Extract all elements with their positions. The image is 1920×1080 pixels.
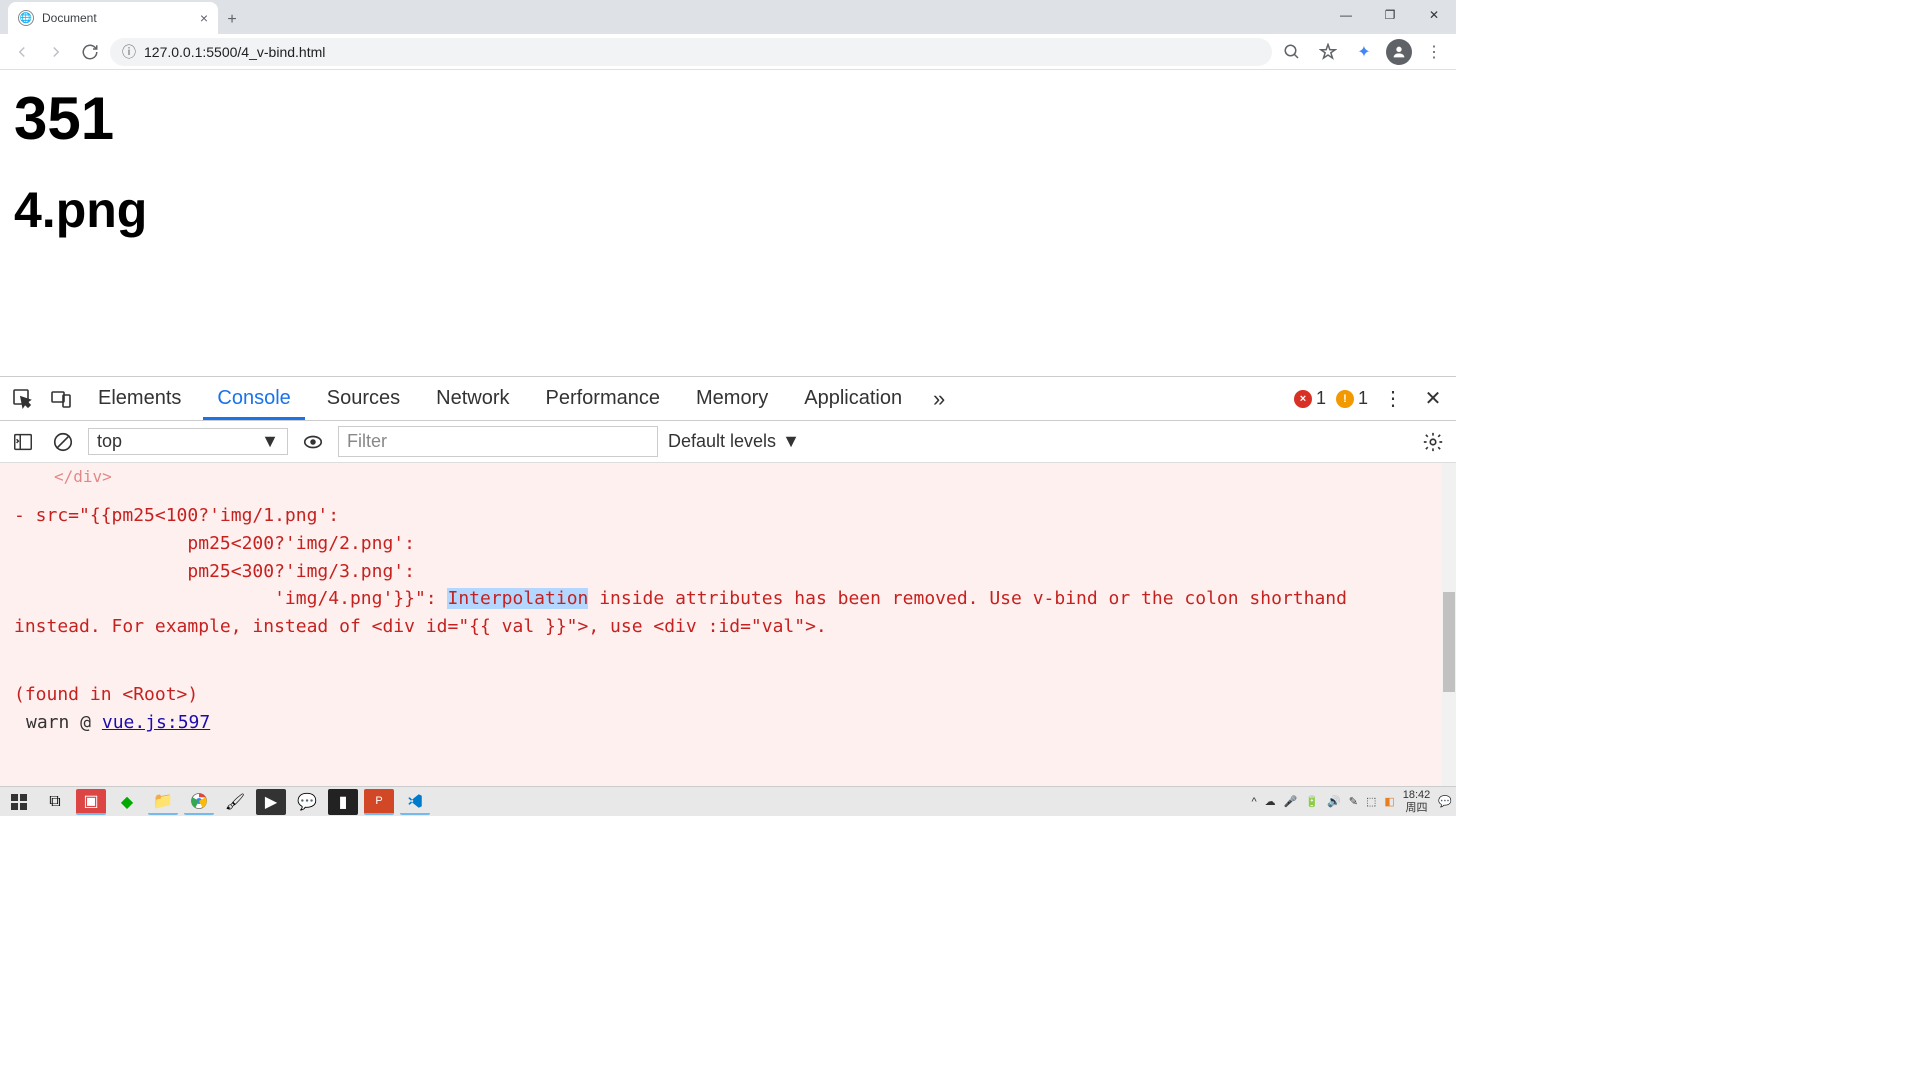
log-levels-selector[interactable]: Default levels ▼ bbox=[668, 431, 800, 452]
globe-icon: 🌐 bbox=[18, 10, 34, 26]
console-line: 'img/4.png'}}": Interpolation inside att… bbox=[14, 585, 1442, 641]
tab-sources[interactable]: Sources bbox=[313, 378, 414, 419]
minimize-button[interactable]: — bbox=[1324, 0, 1368, 30]
device-toggle-icon[interactable] bbox=[46, 384, 76, 414]
task-view-button[interactable]: ⧉ bbox=[40, 789, 70, 815]
tray-mic-icon[interactable]: 🎤 bbox=[1284, 795, 1298, 808]
console-line: </div> bbox=[14, 465, 1442, 490]
browser-tab[interactable]: 🌐 Document × bbox=[8, 2, 218, 34]
taskbar-powerpoint[interactable]: P bbox=[364, 789, 394, 815]
devtools-tabs: Elements Console Sources Network Perform… bbox=[0, 377, 1456, 421]
error-icon: × bbox=[1294, 390, 1312, 408]
taskbar-vscode[interactable] bbox=[400, 789, 430, 815]
tray-app-icon[interactable]: ◧ bbox=[1384, 795, 1394, 808]
console-line: - src="{{pm25<100?'img/1.png': bbox=[14, 502, 1442, 530]
page-heading-1: 351 bbox=[14, 84, 1442, 153]
taskbar-wechat[interactable]: 💬 bbox=[292, 789, 322, 815]
back-button[interactable] bbox=[8, 38, 36, 66]
live-expression-icon[interactable] bbox=[298, 427, 328, 457]
tray-cloud-icon[interactable]: ☁ bbox=[1265, 795, 1276, 808]
more-tabs-icon[interactable]: » bbox=[924, 384, 954, 414]
taskbar-chrome[interactable] bbox=[184, 789, 214, 815]
extension-icon[interactable]: ✦ bbox=[1350, 38, 1378, 66]
clock[interactable]: 18:42 周四 bbox=[1403, 789, 1431, 813]
site-info-icon[interactable]: ⓘ bbox=[122, 42, 136, 62]
page-content: 351 4.png bbox=[0, 70, 1456, 370]
devtools-close-icon[interactable]: ✕ bbox=[1418, 384, 1448, 414]
taskbar-terminal[interactable]: ▮ bbox=[328, 789, 358, 815]
taskbar-app[interactable]: ◆ bbox=[112, 789, 142, 815]
url-input[interactable]: ⓘ 127.0.0.1:5500/4_v-bind.html bbox=[110, 38, 1272, 66]
reload-button[interactable] bbox=[76, 38, 104, 66]
tab-memory[interactable]: Memory bbox=[682, 378, 782, 419]
window-controls: — ❐ ✕ bbox=[1324, 0, 1456, 30]
taskbar-file-explorer[interactable]: 📁 bbox=[148, 789, 178, 815]
taskbar-app[interactable]: 🖌 bbox=[220, 789, 250, 815]
browser-menu-button[interactable]: ⋮ bbox=[1420, 38, 1448, 66]
page-heading-2: 4.png bbox=[14, 181, 1442, 239]
profile-avatar[interactable] bbox=[1386, 39, 1412, 65]
bookmark-icon[interactable] bbox=[1314, 38, 1342, 66]
tab-console[interactable]: Console bbox=[203, 378, 304, 420]
maximize-button[interactable]: ❐ bbox=[1368, 0, 1412, 30]
forward-button[interactable] bbox=[42, 38, 70, 66]
console-toolbar: top ▼ Filter Default levels ▼ bbox=[0, 421, 1456, 463]
tab-close-icon[interactable]: × bbox=[200, 10, 208, 26]
warning-icon bbox=[1336, 390, 1354, 408]
tab-elements[interactable]: Elements bbox=[84, 378, 195, 419]
start-button[interactable] bbox=[4, 789, 34, 815]
console-line: pm25<300?'img/3.png': bbox=[14, 558, 1442, 586]
address-bar: ⓘ 127.0.0.1:5500/4_v-bind.html ✦ ⋮ bbox=[0, 34, 1456, 70]
new-tab-button[interactable]: + bbox=[218, 6, 246, 34]
tray-battery-icon[interactable]: 🔋 bbox=[1305, 795, 1319, 808]
warning-count: 1 bbox=[1358, 388, 1368, 409]
inspect-icon[interactable] bbox=[8, 384, 38, 414]
console-found-line: (found in <Root>) bbox=[14, 681, 1442, 709]
error-badge[interactable]: × 1 bbox=[1294, 388, 1326, 409]
console-sidebar-toggle[interactable] bbox=[8, 427, 38, 457]
devtools-menu-icon[interactable]: ⋮ bbox=[1378, 384, 1408, 414]
highlighted-text: Interpolation bbox=[447, 588, 588, 609]
context-value: top bbox=[97, 431, 122, 452]
taskbar-app[interactable]: ▶ bbox=[256, 789, 286, 815]
windows-taskbar: ⧉ ▣ ◆ 📁 🖌 ▶ 💬 ▮ P ^ ☁ 🎤 🔋 🔊 ✎ ⬚ ◧ 18:42 … bbox=[0, 786, 1456, 816]
console-line: pm25<200?'img/2.png': bbox=[14, 530, 1442, 558]
console-settings-icon[interactable] bbox=[1418, 427, 1448, 457]
tray-app-icon[interactable]: ✎ bbox=[1349, 795, 1358, 808]
close-window-button[interactable]: ✕ bbox=[1412, 0, 1456, 30]
tab-title: Document bbox=[42, 11, 97, 25]
tray-chevron-icon[interactable]: ^ bbox=[1251, 796, 1256, 808]
warning-badge[interactable]: 1 bbox=[1336, 388, 1368, 409]
dropdown-arrow-icon: ▼ bbox=[261, 431, 279, 452]
scrollbar-thumb[interactable] bbox=[1443, 592, 1455, 692]
notifications-icon[interactable]: 💬 bbox=[1438, 795, 1452, 808]
tab-performance[interactable]: Performance bbox=[532, 378, 675, 419]
error-count: 1 bbox=[1316, 388, 1326, 409]
tray-app-icon[interactable]: ⬚ bbox=[1366, 795, 1376, 808]
zoom-icon[interactable] bbox=[1278, 38, 1306, 66]
filter-input[interactable]: Filter bbox=[338, 426, 658, 457]
context-selector[interactable]: top ▼ bbox=[88, 428, 288, 455]
tab-network[interactable]: Network bbox=[422, 378, 523, 419]
dropdown-arrow-icon: ▼ bbox=[782, 431, 800, 452]
console-output[interactable]: </div> - src="{{pm25<100?'img/1.png': pm… bbox=[0, 463, 1456, 786]
tray-volume-icon[interactable]: 🔊 bbox=[1327, 795, 1341, 808]
url-text: 127.0.0.1:5500/4_v-bind.html bbox=[144, 44, 325, 60]
clear-console-icon[interactable] bbox=[48, 427, 78, 457]
devtools-panel: Elements Console Sources Network Perform… bbox=[0, 376, 1456, 786]
source-link[interactable]: vue.js:597 bbox=[102, 712, 210, 733]
system-tray: ^ ☁ 🎤 🔋 🔊 ✎ ⬚ ◧ 18:42 周四 💬 bbox=[1251, 789, 1452, 813]
console-trace-line: warn @ vue.js:597 bbox=[14, 709, 1442, 737]
tab-application[interactable]: Application bbox=[790, 378, 916, 419]
taskbar-app[interactable]: ▣ bbox=[76, 789, 106, 815]
scrollbar[interactable] bbox=[1442, 463, 1456, 786]
browser-tab-strip: 🌐 Document × + — ❐ ✕ bbox=[0, 0, 1456, 34]
levels-label: Default levels bbox=[668, 431, 776, 452]
